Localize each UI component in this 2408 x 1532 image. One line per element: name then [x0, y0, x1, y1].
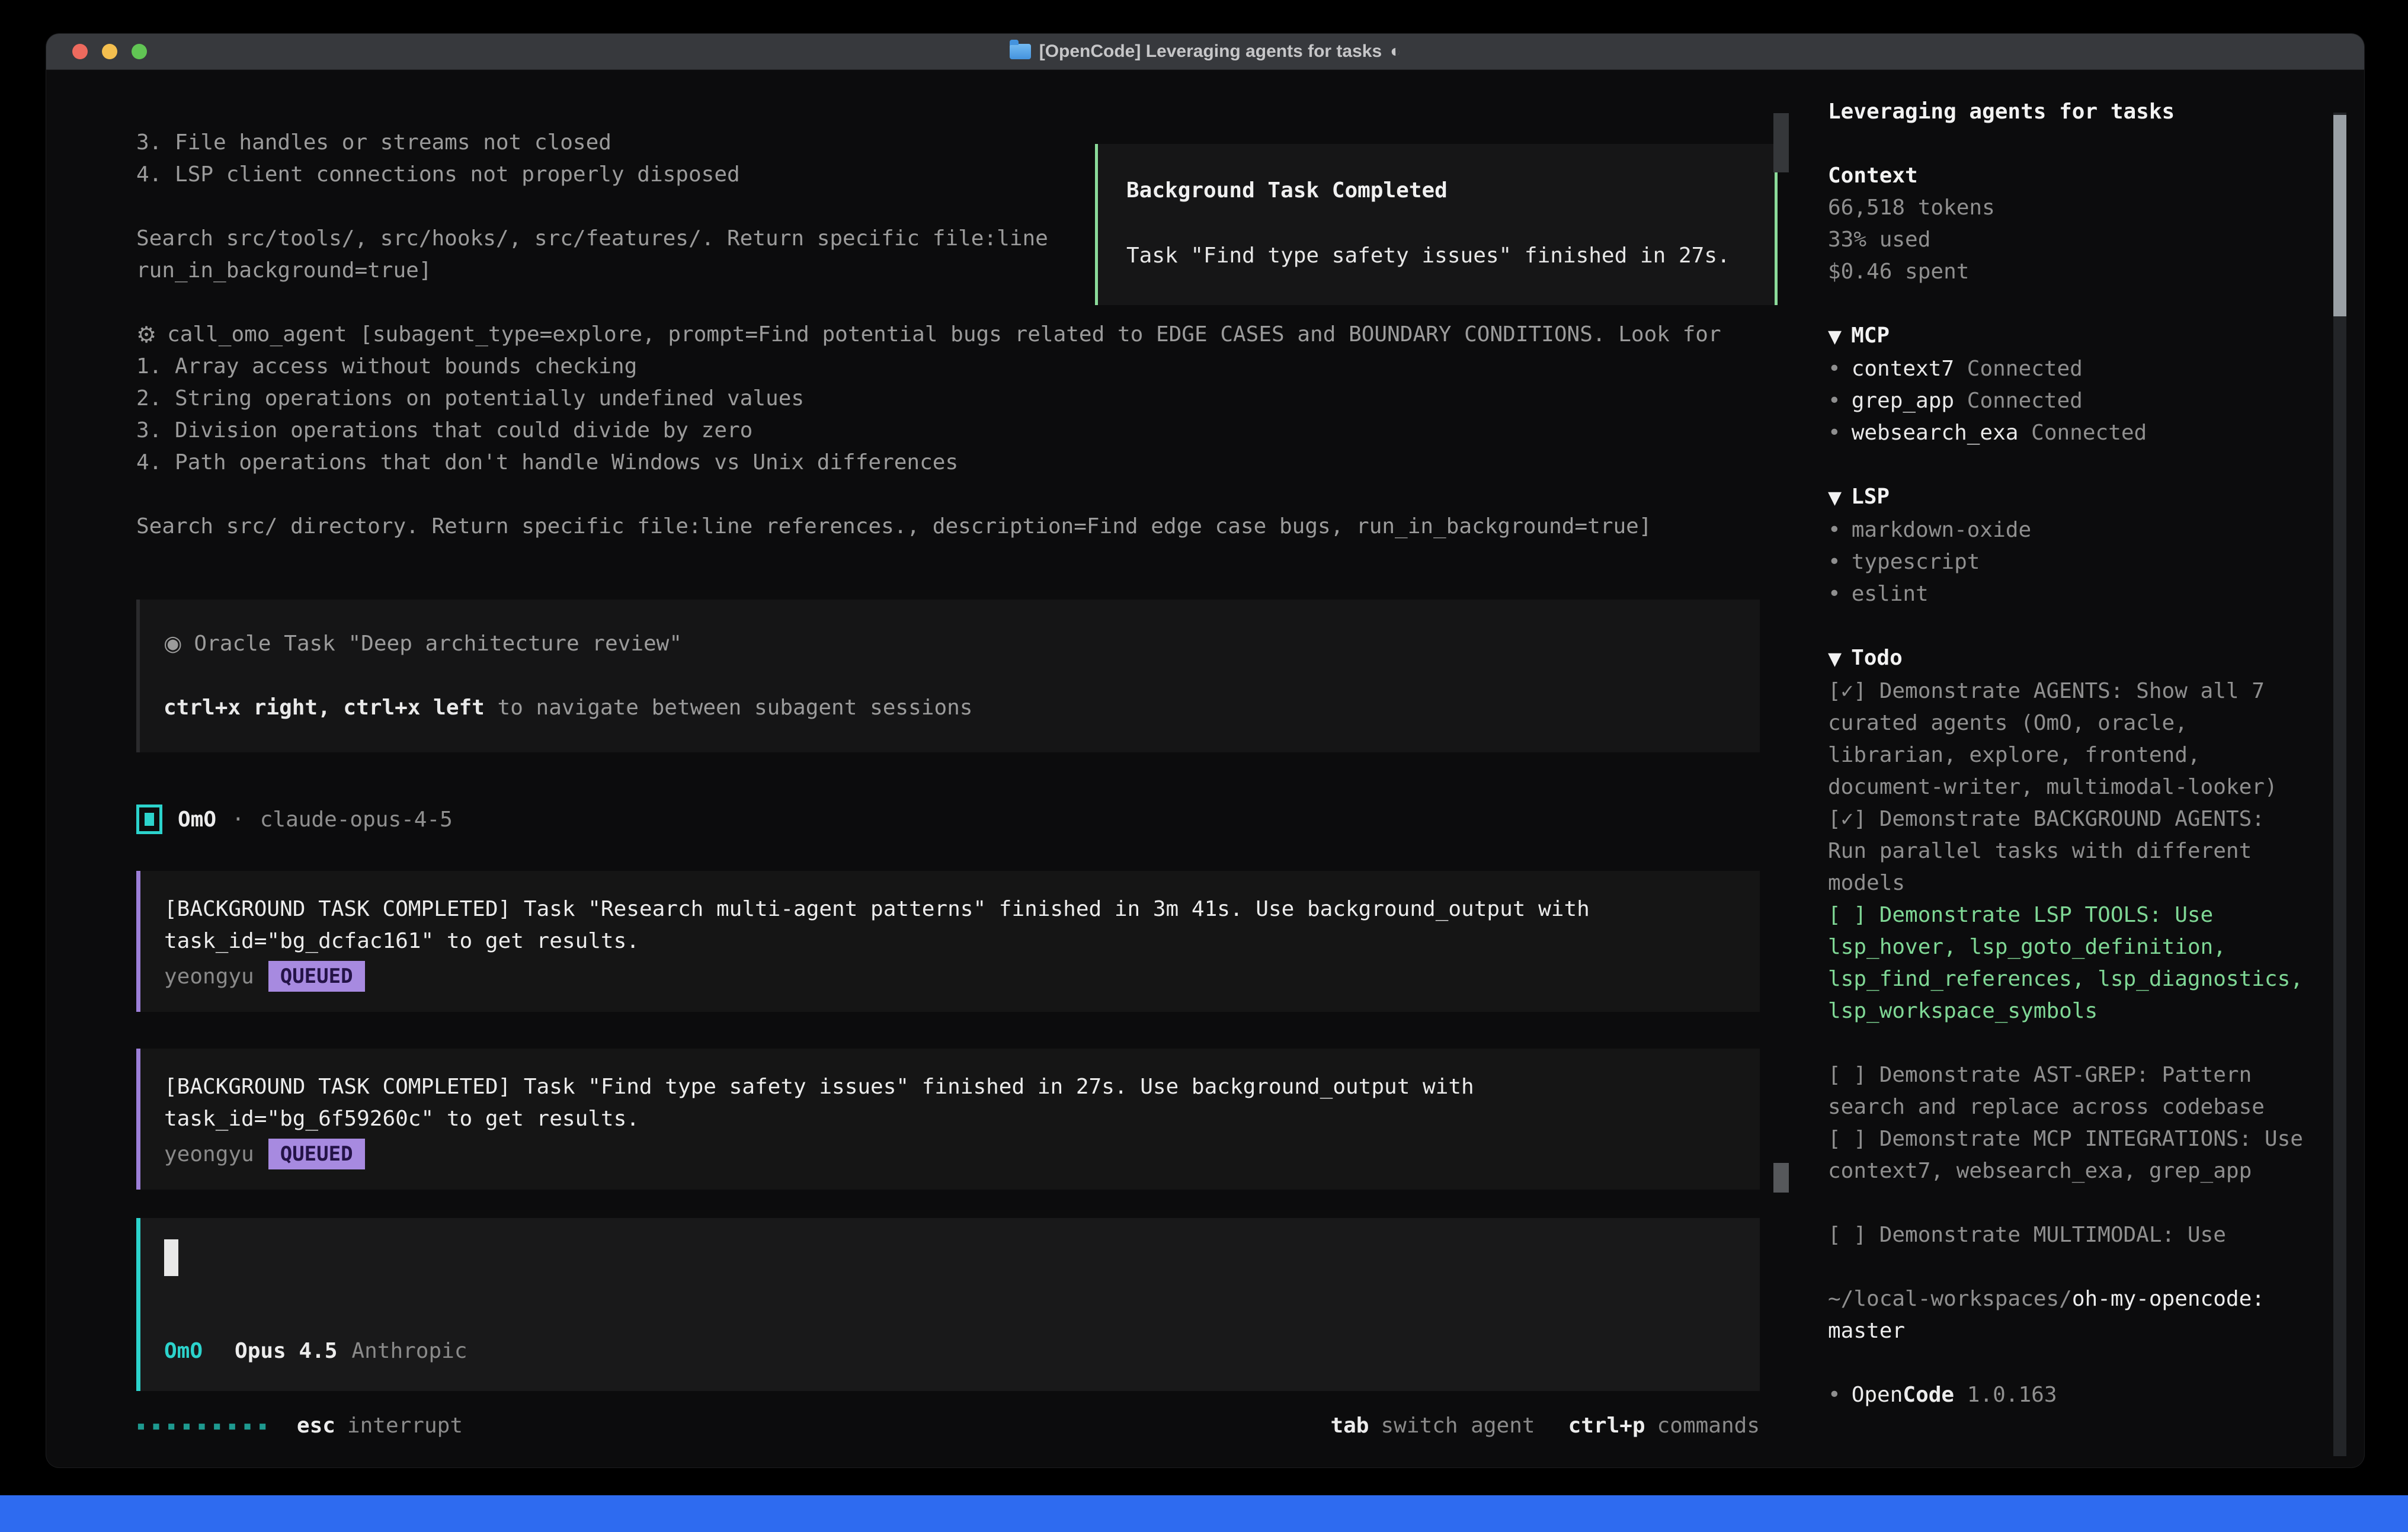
esc-key-hint: esc [297, 1410, 335, 1442]
todo-item-pending: [ ] Demonstrate MULTIMODAL: Use [1828, 1219, 2311, 1251]
background-task-card[interactable]: [BACKGROUND TASK COMPLETED] Task "Find t… [136, 1049, 1760, 1190]
status-bar: ▪▪▪▪▪▪▪▪▪ esc interrupt tab switch agent… [136, 1410, 1760, 1442]
zoom-button[interactable] [132, 44, 147, 59]
agent-square-icon [136, 805, 162, 834]
terminal-line: 1. Array access without bounds checking [136, 351, 1760, 383]
lsp-item: •markdown-oxide [1828, 514, 2311, 546]
oracle-task-label: Oracle Task "Deep architecture review" [194, 628, 682, 660]
tab-key-label: switch agent [1381, 1410, 1535, 1442]
status-badge: QUEUED [268, 1139, 365, 1169]
mcp-item: •grep_app Connected [1828, 385, 2311, 417]
chevron-down-icon: ▼ [1828, 488, 1842, 508]
ctrlp-key-label: commands [1657, 1410, 1760, 1442]
task-user: yeongyu [164, 1142, 254, 1166]
todo-item-pending: [ ] Demonstrate MCP INTEGRATIONS: Use co… [1828, 1123, 2311, 1187]
bullet-icon: • [1828, 421, 1841, 445]
terminal-line: 3. Division operations that could divide… [136, 415, 1760, 447]
todo-item-pending: [ ] Demonstrate AST-GREP: Pattern search… [1828, 1059, 2311, 1123]
chevron-down-icon: ▼ [1828, 326, 1842, 347]
terminal-line: Search src/ directory. Return specific f… [136, 511, 1760, 543]
terminal-main: 3. File handles or streams not closed 4.… [46, 70, 1797, 1467]
input-agent-name: OmO [164, 1335, 203, 1367]
todo-item-done: [✓] Demonstrate AGENTS: Show all 7 curat… [1828, 675, 2311, 803]
git-branch: master [1828, 1319, 1905, 1343]
lsp-item: •eslint [1828, 578, 2311, 610]
tool-call-text: call_omo_agent [subagent_type=explore, p… [167, 319, 1721, 351]
bullet-icon: • [1828, 518, 1841, 542]
folder-icon [1010, 44, 1031, 59]
bullet-icon: • [1828, 582, 1841, 606]
todo-item-active: [ ] Demonstrate LSP TOOLS: Use lsp_hover… [1828, 899, 2311, 1027]
oracle-hint: ctrl+x right, ctrl+x left to navigate be… [164, 692, 1736, 724]
mcp-item: •context7 Connected [1828, 353, 2311, 385]
fisheye-icon: ◉ [164, 628, 182, 660]
tab-key-hint: tab [1330, 1410, 1369, 1442]
separator-dot: · [232, 807, 245, 832]
traffic-lights [72, 34, 147, 69]
esc-key-label: interrupt [347, 1410, 463, 1442]
text-cursor [164, 1239, 178, 1276]
terminal-line: 2. String operations on potentially unde… [136, 383, 1760, 415]
chevron-down-icon: ▼ [1828, 649, 1842, 669]
lsp-item: •typescript [1828, 546, 2311, 578]
input-provider-name: Anthropic [351, 1335, 467, 1367]
context-used: 33% used [1828, 224, 2311, 256]
bullet-icon: • [1828, 389, 1841, 413]
working-indicator-dots: ▪▪▪▪▪▪▪▪▪ [136, 1410, 273, 1442]
workspace-path: ~/local-workspaces/oh-my-opencode:master [1828, 1283, 2311, 1347]
context-spent: $0.46 spent [1828, 256, 2311, 288]
window-title: [OpenCode] Leveraging agents for tasks [1039, 41, 1382, 62]
terminal-line: 4. Path operations that don't handle Win… [136, 447, 1760, 479]
todo-item-done: [✓] Demonstrate BACKGROUND AGENTS: Run p… [1828, 803, 2311, 899]
opencode-window: [OpenCode] Leveraging agents for tasks ◐… [46, 34, 2364, 1467]
window-title-group: [OpenCode] Leveraging agents for tasks ◐ [1010, 41, 1401, 62]
task-message: [BACKGROUND TASK COMPLETED] Task "Find t… [164, 1071, 1736, 1103]
lsp-section-header[interactable]: ▼LSP [1828, 481, 2311, 514]
oracle-task-card[interactable]: ◉ Oracle Task "Deep architecture review"… [136, 600, 1760, 752]
background-task-card[interactable]: [BACKGROUND TASK COMPLETED] Task "Resear… [136, 871, 1760, 1012]
repo-name: oh-my-opencode: [2072, 1287, 2265, 1311]
agent-header: OmO · claude-opus-4-5 [136, 805, 1760, 834]
notification-body: Task "Find type safety issues" finished … [1126, 240, 1746, 272]
mcp-item: •websearch_exa Connected [1828, 417, 2311, 449]
bullet-icon: • [1828, 550, 1841, 574]
task-id-line: task_id="bg_dcfac161" to get results. [164, 925, 1736, 957]
todo-section-header[interactable]: ▼Todo [1828, 642, 2311, 675]
sidebar-scrollbar-thumb[interactable] [2333, 115, 2346, 316]
close-button[interactable] [72, 44, 88, 59]
main-scrollbar-thumb[interactable] [1773, 1163, 1789, 1193]
session-title: Leveraging agents for tasks [1828, 96, 2311, 128]
background-window-strip [0, 1495, 2408, 1532]
main-scrollbar-thumb[interactable] [1773, 113, 1789, 172]
title-bar[interactable]: [OpenCode] Leveraging agents for tasks ◐ [46, 34, 2364, 70]
task-message: [BACKGROUND TASK COMPLETED] Task "Resear… [164, 893, 1736, 925]
app-version: •OpenCode 1.0.163 [1828, 1379, 2311, 1411]
session-sidebar: Leveraging agents for tasks Context 66,5… [1797, 70, 2364, 1467]
agent-model: claude-opus-4-5 [260, 807, 453, 832]
tool-call-body: 1. Array access without bounds checking … [136, 351, 1760, 543]
ctrlp-key-hint: ctrl+p [1568, 1410, 1645, 1442]
tool-call-header: ⚙ call_omo_agent [subagent_type=explore,… [136, 319, 1760, 351]
notification-title: Background Task Completed [1126, 175, 1746, 207]
agent-name: OmO [178, 807, 216, 832]
bullet-icon: • [1828, 357, 1841, 381]
task-user: yeongyu [164, 964, 254, 989]
context-heading: Context [1828, 160, 2311, 192]
gear-icon: ⚙ [136, 319, 156, 351]
toast-notification[interactable]: Background Task Completed Task "Find typ… [1095, 144, 1778, 305]
terminal-line [136, 479, 1760, 511]
prompt-input[interactable]: OmO Opus 4.5 Anthropic [136, 1218, 1760, 1391]
context-tokens: 66,518 tokens [1828, 192, 2311, 224]
minimize-button[interactable] [102, 44, 117, 59]
status-badge: QUEUED [268, 961, 365, 992]
input-model-name: Opus 4.5 [235, 1335, 337, 1367]
shortcut-keys: ctrl+x right, ctrl+x left [164, 696, 485, 720]
bullet-icon: • [1828, 1383, 1841, 1407]
task-id-line: task_id="bg_6f59260c" to get results. [164, 1103, 1736, 1135]
shortcut-description: to navigate between subagent sessions [485, 696, 973, 720]
context-meter-icon: ◐ [1390, 41, 1401, 62]
mcp-section-header[interactable]: ▼MCP [1828, 320, 2311, 353]
